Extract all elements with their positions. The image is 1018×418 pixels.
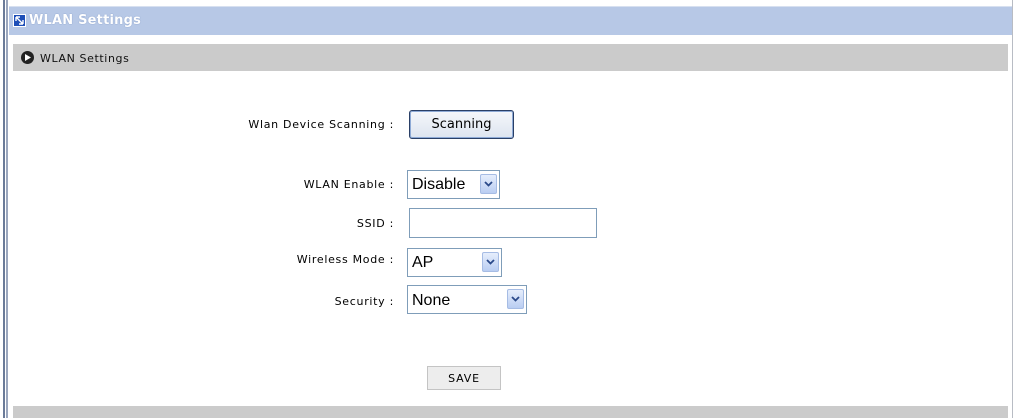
ssid-label: SSID : bbox=[356, 217, 394, 230]
ssid-input[interactable] bbox=[409, 208, 597, 238]
chevron-down-icon[interactable] bbox=[480, 174, 497, 194]
security-select[interactable]: None bbox=[407, 285, 527, 314]
title-bar: WLAN Settings bbox=[9, 6, 1012, 35]
wlan-enable-select[interactable]: Disable bbox=[407, 170, 500, 199]
save-button[interactable]: SAVE bbox=[427, 366, 501, 390]
wlan-enable-value: Disable bbox=[412, 176, 466, 193]
chevron-down-icon[interactable] bbox=[507, 289, 524, 309]
chevron-down-icon[interactable] bbox=[482, 252, 499, 272]
left-border-decoration bbox=[0, 0, 9, 418]
section-header: WLAN Settings bbox=[13, 44, 1008, 71]
circle-play-icon bbox=[21, 51, 34, 64]
footer-bar bbox=[13, 406, 1008, 418]
security-value: None bbox=[412, 292, 451, 309]
scanning-label: Wlan Device Scanning : bbox=[248, 118, 394, 131]
security-label: Security : bbox=[334, 295, 394, 308]
page-title: WLAN Settings bbox=[29, 13, 142, 28]
settings-panel: WLAN Settings WLAN Settings Wlan Device … bbox=[9, 0, 1013, 418]
wireless-mode-label: Wireless Mode : bbox=[296, 253, 394, 266]
arrow-diagonal-icon bbox=[13, 14, 26, 27]
scanning-button[interactable]: Scanning bbox=[409, 110, 514, 139]
wlan-enable-label: WLAN Enable : bbox=[303, 178, 394, 191]
wireless-mode-value: AP bbox=[412, 254, 434, 271]
section-title: WLAN Settings bbox=[40, 52, 130, 65]
wireless-mode-select[interactable]: AP bbox=[407, 248, 502, 277]
